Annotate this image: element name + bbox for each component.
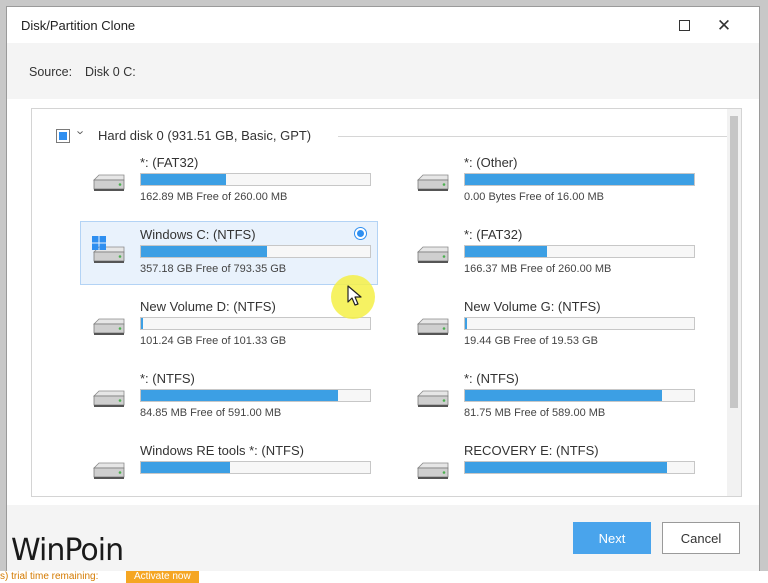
disk-title: Hard disk 0 (931.51 GB, Basic, GPT) [98,128,312,143]
hard-drive-icon [417,462,449,479]
partition-item[interactable]: Windows C: (NTFS) 357.18 GB Free of 793.3… [80,221,378,285]
partition-free-space: 0.00 Bytes Free of 16.00 MB [464,191,605,203]
usage-bar-fill [465,246,548,257]
disk-checkbox[interactable] [56,129,70,143]
usage-bar-fill [141,318,144,329]
source-label: Source: [29,65,73,79]
partition-item[interactable]: *: (FAT32) 166.37 MB Free of 260.00 MB [404,221,702,285]
divider [338,136,728,137]
hard-drive-icon [93,462,125,479]
activate-now-button[interactable]: Activate now [126,571,199,583]
usage-bar [464,317,695,330]
partition-name: *: (NTFS) [140,371,195,386]
usage-bar [464,461,695,474]
target-disk-panel: › Hard disk 0 (931.51 GB, Basic, GPT) *:… [31,108,742,497]
mouse-cursor-icon [347,285,362,306]
hard-drive-icon [417,390,449,407]
partition-name: *: (FAT32) [464,227,523,242]
cancel-button[interactable]: Cancel [662,522,740,554]
partition-item[interactable]: RECOVERY E: (NTFS) [404,437,702,496]
usage-bar-fill [141,246,267,257]
next-button[interactable]: Next [573,522,651,554]
window-title: Disk/Partition Clone [21,18,136,33]
partition-free-space: 166.37 MB Free of 260.00 MB [464,263,612,275]
title-bar: Disk/Partition Clone ✕ [7,7,759,43]
partition-free-space: 81.75 MB Free of 589.00 MB [464,407,606,419]
partition-free-space: 162.89 MB Free of 260.00 MB [140,191,288,203]
usage-bar [140,389,371,402]
hard-drive-icon [417,174,449,191]
usage-bar [464,389,695,402]
partition-item[interactable]: New Volume G: (NTFS) 19.44 GB Free of 19.… [404,293,702,357]
partition-item[interactable]: *: (Other) 0.00 Bytes Free of 16.00 MB [404,149,702,213]
hard-drive-icon [417,246,449,263]
close-icon: ✕ [716,15,732,35]
hard-drive-icon [93,390,125,407]
partition-free-space: 19.44 GB Free of 19.53 GB [464,335,598,347]
partition-item[interactable]: Windows RE tools *: (NTFS) [80,437,378,496]
partition-name: New Volume G: (NTFS) [464,299,601,314]
partition-item[interactable]: *: (NTFS) 84.85 MB Free of 591.00 MB [80,365,378,429]
partition-item[interactable]: *: (NTFS) 81.75 MB Free of 589.00 MB [404,365,702,429]
hard-drive-icon [93,174,125,191]
usage-bar [140,245,371,258]
scrollbar-thumb[interactable] [730,116,738,408]
usage-bar-fill [465,174,694,185]
partition-name: Windows C: (NTFS) [140,227,256,242]
maximize-icon [678,19,690,31]
partition-free-space: 101.24 GB Free of 101.33 GB [140,335,287,347]
partition-name: *: (Other) [464,155,518,170]
usage-bar [464,173,695,186]
usage-bar-fill [465,462,667,473]
close-button[interactable]: ✕ [709,13,739,37]
partition-item[interactable]: *: (FAT32) 162.89 MB Free of 260.00 MB [80,149,378,213]
selected-radio[interactable] [354,227,367,240]
usage-bar [140,317,371,330]
scrollbar[interactable] [727,109,741,496]
partition-free-space: 357.18 GB Free of 793.35 GB [140,263,287,275]
usage-bar [140,173,371,186]
usage-bar-fill [465,390,662,401]
checkbox-fill [59,132,67,140]
chevron-down-icon[interactable]: › [74,130,89,134]
trial-text: s) trial time remaining: [0,571,99,582]
usage-bar [140,461,371,474]
usage-bar-fill [141,174,226,185]
maximize-button[interactable] [669,13,699,37]
partition-free-space: 84.85 MB Free of 591.00 MB [140,407,282,419]
partition-name: *: (NTFS) [464,371,519,386]
clone-dialog: Disk/Partition Clone ✕ Source: Disk 0 C:… [6,6,760,576]
radio-dot [357,230,364,237]
usage-bar-fill [465,318,468,329]
usage-bar [464,245,695,258]
usage-bar-fill [141,462,231,473]
trial-strip: s) trial time remaining: Activate now [0,571,768,583]
hard-drive-icon [93,318,125,335]
disk-header[interactable]: › Hard disk 0 (931.51 GB, Basic, GPT) [56,128,728,148]
partition-name: New Volume D: (NTFS) [140,299,276,314]
usage-bar-fill [141,390,338,401]
hard-drive-icon [417,318,449,335]
winpoin-watermark: WinPoin [11,533,124,568]
partition-name: Windows RE tools *: (NTFS) [140,443,304,458]
partition-name: *: (FAT32) [140,155,199,170]
windows-icon [92,236,106,250]
source-area: Source: Disk 0 C: [7,43,759,99]
source-value: Disk 0 C: [85,65,136,79]
partition-name: RECOVERY E: (NTFS) [464,443,599,458]
